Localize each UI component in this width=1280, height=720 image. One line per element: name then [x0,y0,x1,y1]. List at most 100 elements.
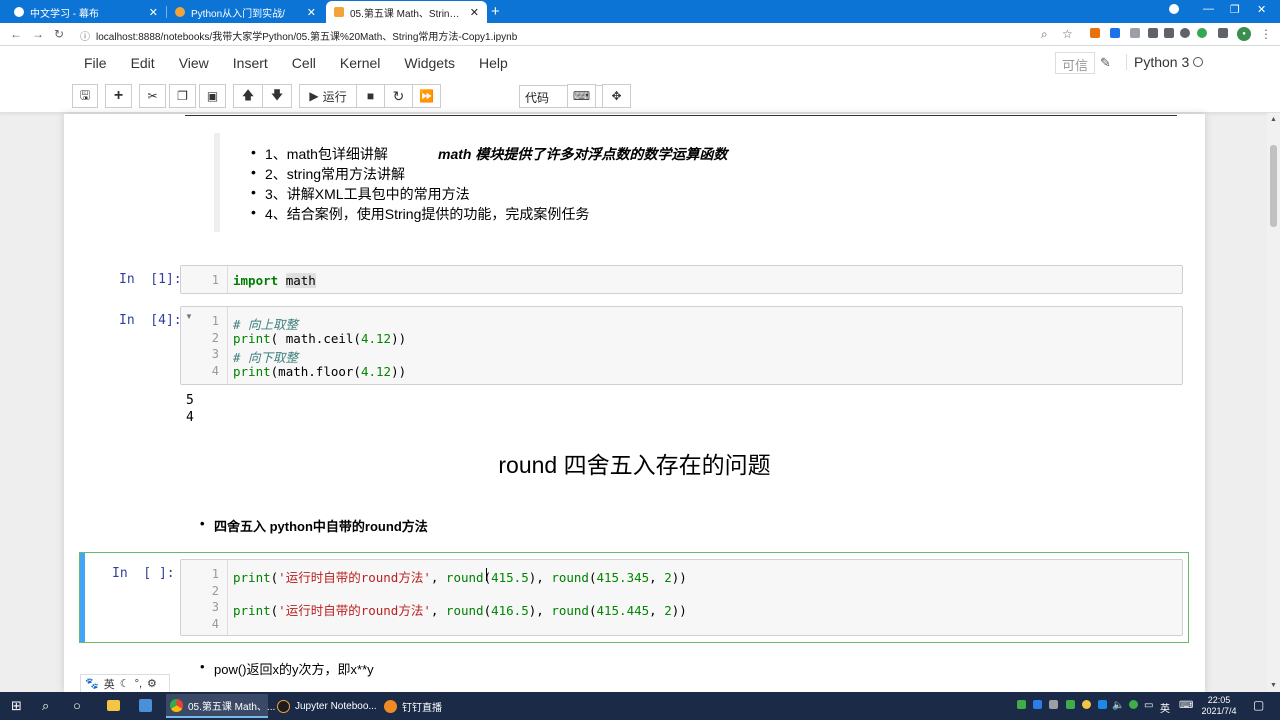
notebook-icon [334,7,344,17]
extension-icon[interactable] [1180,28,1190,38]
paste-button[interactable]: ▣ [199,84,226,108]
moon-icon[interactable]: ☾ [120,677,130,690]
tray-icon[interactable] [1033,700,1042,709]
minimize-icon[interactable]: — [1203,3,1214,15]
restart-run-all-button[interactable]: ⏩ [412,84,441,108]
tab-title: 05.第五课 Math、String常用方法 [350,8,464,20]
tray-icon[interactable] [1098,700,1107,709]
more-menu-icon[interactable]: ⋮ [1260,27,1272,41]
crosshair-icon: ✥ [611,89,622,103]
forward-icon[interactable]: → [32,27,44,41]
taskbar-app-dingtalk[interactable]: 钉钉直播 [380,694,460,718]
line-number: 2 [211,584,219,598]
task-view-icon[interactable]: ○ [73,698,81,713]
arrow-up-icon: 🡅 [241,87,255,102]
tray-icon[interactable] [1017,700,1026,709]
close-icon[interactable]: ✕ [307,6,316,19]
interrupt-button[interactable]: ■ [356,84,385,108]
trusted-indicator[interactable]: 可信 [1055,52,1096,74]
taskbar-app-label: 钉钉直播 [402,702,442,714]
ime-toolbar[interactable]: 🐾 英 ☾ °, ⚙ [80,674,170,693]
ime-language[interactable]: 英 [104,676,115,692]
tray-icon[interactable] [1066,700,1075,709]
pinyin-icon[interactable]: ⌨ [1179,700,1193,711]
wechat-icon[interactable] [1129,700,1138,709]
copy-icon: ❐ [177,89,188,103]
network-icon[interactable]: ▭ [1144,700,1153,711]
save-icon: 🖫 [79,87,91,102]
menu-kernel[interactable]: Kernel [328,50,392,76]
bookmark-star-icon[interactable]: ☆ [1062,27,1073,41]
menu-insert[interactable]: Insert [221,50,280,76]
account-icon[interactable] [1169,4,1179,14]
section-heading: round 四舍五入存在的问题 [498,452,771,478]
fold-icon[interactable]: ▼ [185,312,193,321]
ime-language[interactable]: 英 [1160,700,1170,715]
extension-icon[interactable] [1110,28,1120,38]
reload-icon[interactable]: ↻ [54,27,64,41]
edit-pencil-icon[interactable]: ✎ [1100,55,1111,71]
paw-icon[interactable]: 🐾 [85,677,99,690]
info-icon[interactable]: ⓘ [80,32,90,43]
back-icon[interactable]: ← [10,27,22,41]
scroll-thumb[interactable] [1270,145,1277,227]
system-clock[interactable]: 22:05 2021/7/4 [1198,695,1240,717]
puzzle-icon[interactable] [1218,28,1228,38]
close-icon[interactable]: ✕ [149,6,158,19]
search-icon[interactable]: ⌕ [42,698,49,714]
save-button[interactable]: 🖫 [72,84,98,108]
divider [185,115,1177,116]
command-palette-button[interactable]: ⌨ [567,84,596,108]
app-icon[interactable] [139,699,152,712]
extension-download-icon[interactable] [1090,28,1100,38]
scroll-up-icon[interactable]: ▲ [1270,116,1277,123]
restart-button[interactable]: ↻ [384,84,413,108]
url-field[interactable]: ⓘ localhost:8888/notebooks/我带大家学Python/05… [80,28,517,43]
menu-widgets[interactable]: Widgets [392,50,467,76]
windows-start-icon[interactable]: ⊞ [11,698,22,714]
close-icon[interactable]: ✕ [470,6,479,19]
move-down-button[interactable]: 🡇 [262,84,292,108]
scroll-down-icon[interactable]: ▼ [1270,682,1277,689]
browser-tab-active[interactable]: 05.第五课 Math、String常用方法 ✕ [326,1,487,23]
run-button[interactable]: ▶ 运行 [299,84,357,108]
new-tab-icon[interactable]: + [491,3,500,20]
menu-edit[interactable]: Edit [119,50,167,76]
code-cell-input[interactable]: 1 2 3 4 print('运行时自带的round方法', round(415… [180,559,1183,636]
menu-help[interactable]: Help [467,50,520,76]
insert-cell-button[interactable]: + [105,84,132,108]
tray-icon[interactable] [1049,700,1058,709]
browser-tab[interactable]: 中文学习 - 幕布 ✕ [6,1,166,23]
notification-icon[interactable]: ▢ [1253,698,1264,712]
volume-icon[interactable]: 🔈 [1112,700,1124,711]
cell-prompt: In [4]: [119,313,182,328]
browser-tab[interactable]: Python从入门到实战/ ✕ [167,1,324,23]
taskbar-app-label: Jupyter Noteboo... [295,700,377,712]
menu-cell[interactable]: Cell [280,50,328,76]
copy-button[interactable]: ❐ [169,84,196,108]
taskbar-app-jupyter[interactable]: Jupyter Noteboo... [273,694,377,718]
taskbar-app-chrome[interactable]: 05.第五课 Math、... [166,694,275,718]
settings-gear-icon[interactable]: ⚙ [147,677,157,690]
code-cell-input[interactable]: ▼ 1 2 3 4 # 向上取整 print( math.ceil(4.12))… [180,306,1183,385]
extension-icon[interactable] [1164,28,1174,38]
punctuation-icon[interactable]: °, [135,678,142,690]
file-explorer-icon[interactable] [107,700,120,711]
move-up-button[interactable]: 🡅 [233,84,263,108]
profile-avatar[interactable]: ● [1237,27,1251,41]
menu-view[interactable]: View [167,50,221,76]
extension-icon[interactable] [1148,28,1158,38]
tray-icon[interactable] [1082,700,1091,709]
move-icon-button[interactable]: ✥ [602,84,631,108]
cut-button[interactable]: ✂ [139,84,166,108]
page-scrollbar[interactable]: ▲ ▼ [1267,113,1280,692]
extension-icon[interactable] [1130,28,1140,38]
extension-icon[interactable] [1197,28,1207,38]
text-cursor [486,568,487,581]
zoom-icon[interactable]: ⌕ [1041,27,1048,42]
menu-file[interactable]: File [72,50,119,76]
close-window-icon[interactable]: ✕ [1257,3,1266,16]
kernel-name: Python 3 [1126,54,1189,70]
code-cell-input[interactable]: 1 import math [180,265,1183,294]
maximize-icon[interactable]: ❐ [1230,3,1240,16]
